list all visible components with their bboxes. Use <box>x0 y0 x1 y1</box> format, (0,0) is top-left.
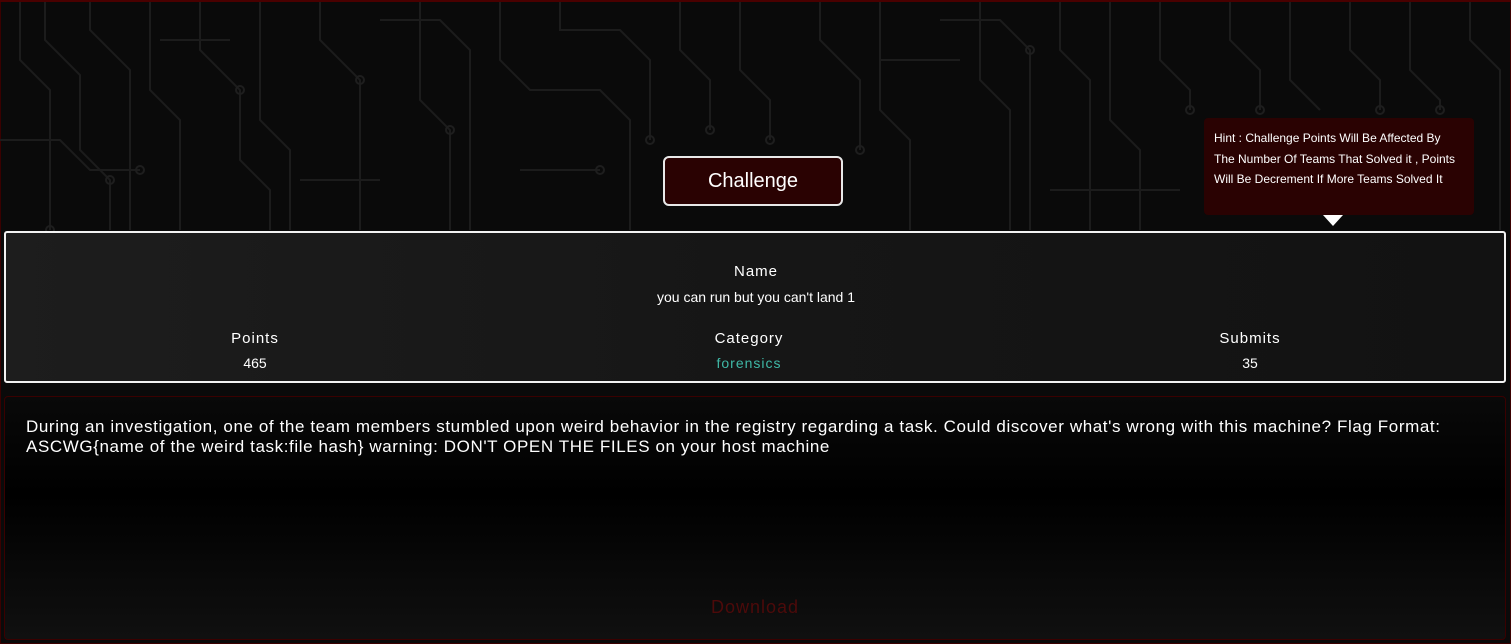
category-value: forensics <box>716 355 782 371</box>
submits-label: Submits <box>1219 330 1281 347</box>
hint-tooltip: Hint : Challenge Points Will Be Affected… <box>1204 118 1474 215</box>
submits-value: 35 <box>1242 355 1258 371</box>
points-label: Points <box>231 330 279 347</box>
download-button[interactable]: Download <box>711 597 799 618</box>
top-border <box>0 0 1511 2</box>
challenge-page: Challenge Hint : Challenge Points Will B… <box>0 0 1511 644</box>
hint-tooltip-arrow <box>1323 215 1343 226</box>
points-value: 465 <box>243 355 267 371</box>
hint-text: Hint : Challenge Points Will Be Affected… <box>1214 131 1455 186</box>
challenge-description: During an investigation, one of the team… <box>26 417 1441 456</box>
challenge-description-card: During an investigation, one of the team… <box>4 396 1506 640</box>
name-value: you can run but you can't land 1 <box>656 289 856 305</box>
challenge-info-card: Name you can run but you can't land 1 Po… <box>4 231 1506 383</box>
category-label: Category <box>714 330 784 347</box>
name-label: Name <box>733 263 779 280</box>
challenge-button-label: Challenge <box>707 169 799 192</box>
challenge-button[interactable]: Challenge <box>663 156 843 206</box>
